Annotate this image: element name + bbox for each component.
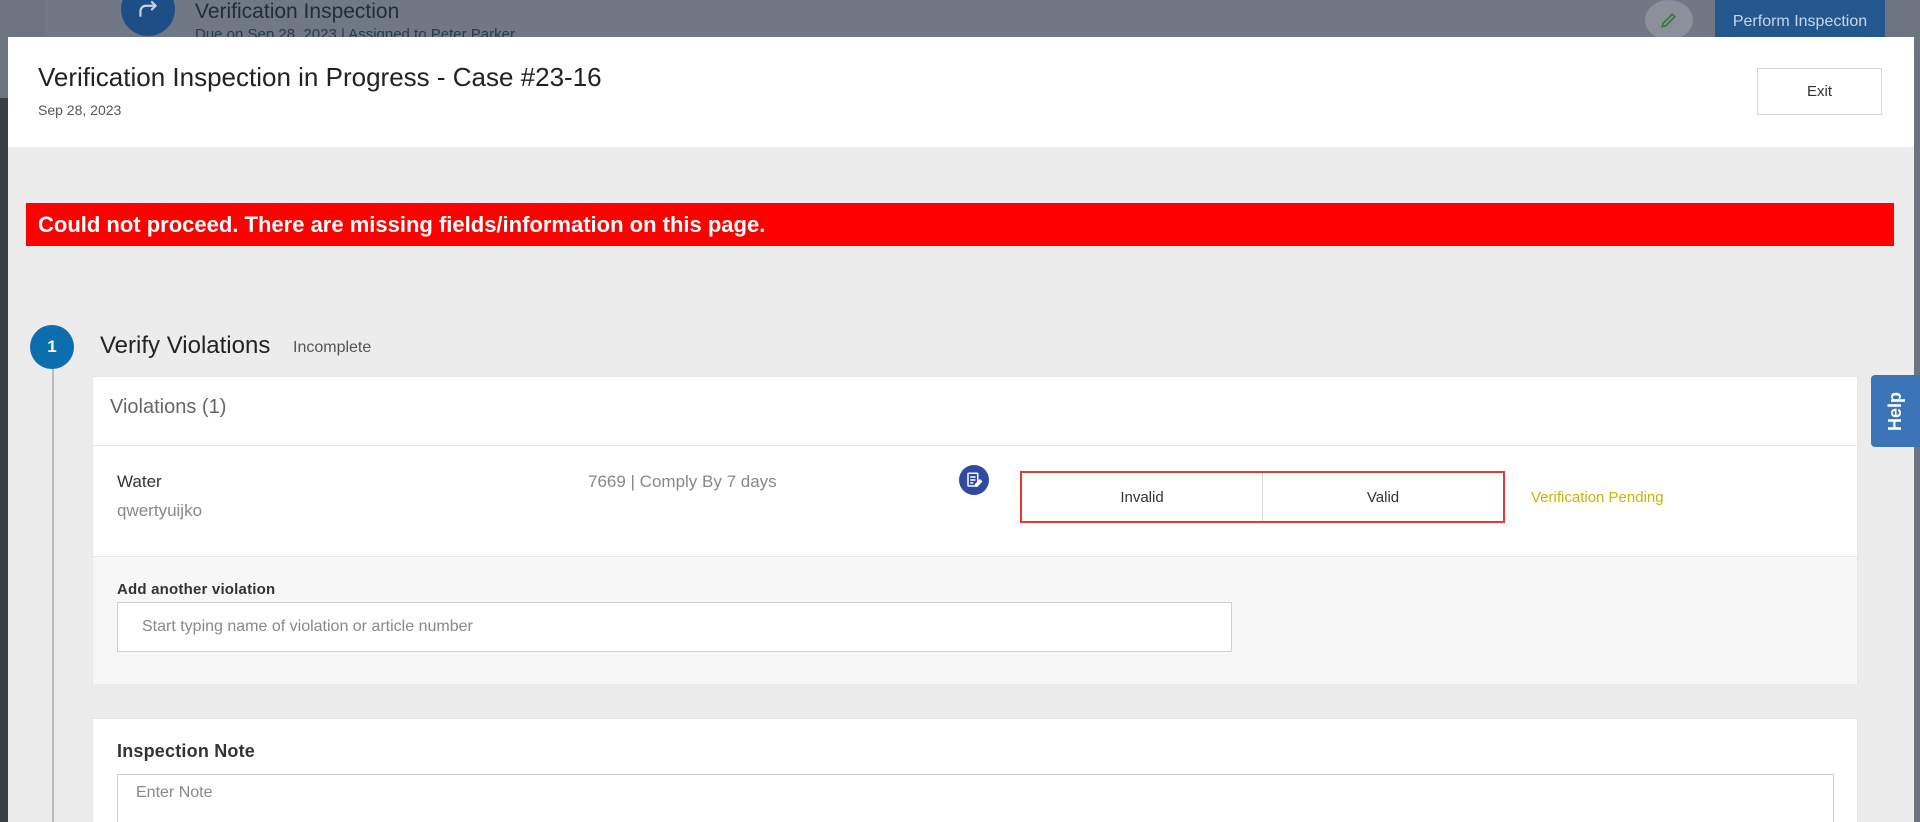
inspection-note-input[interactable]	[117, 774, 1834, 822]
step-title: Verify Violations	[100, 332, 271, 359]
redo-arrow-icon	[121, 0, 175, 36]
left-edge-strip	[0, 98, 8, 822]
add-violation-label: Add another violation	[117, 581, 276, 598]
inspection-modal: Verification Inspection in Progress - Ca…	[8, 37, 1914, 822]
inspection-note-card: Inspection Note	[92, 718, 1858, 822]
violations-title: Violations (1)	[110, 396, 227, 418]
verification-status: Verification Pending	[1531, 489, 1664, 506]
violations-card: Violations (1) Water qwertyuijko 7669 | …	[92, 376, 1859, 684]
exit-button[interactable]: Exit	[1757, 68, 1882, 115]
inspection-note-label: Inspection Note	[117, 741, 256, 761]
step-number-badge: 1	[30, 325, 74, 369]
help-label: Help	[1884, 391, 1905, 431]
violation-description: qwertyuijko	[117, 501, 203, 520]
error-banner: Could not proceed. There are missing fie…	[26, 203, 1894, 246]
validity-toggle: Invalid Valid	[1020, 471, 1505, 523]
violation-code-info: 7669 | Comply By 7 days	[588, 472, 777, 491]
note-icon[interactable]	[959, 465, 989, 495]
valid-button[interactable]: Valid	[1262, 473, 1503, 521]
background-title: Verification Inspection	[195, 0, 400, 23]
add-violation-section: Add another violation	[93, 556, 1857, 684]
invalid-button[interactable]: Invalid	[1022, 473, 1262, 521]
step-status: Incomplete	[293, 339, 372, 356]
step-timeline-line	[52, 367, 54, 822]
modal-date: Sep 28, 2023	[38, 102, 122, 118]
background-header: Verification Inspection Due on Sep 28, 2…	[45, 0, 1885, 44]
help-tab[interactable]: Help	[1871, 375, 1920, 447]
modal-title: Verification Inspection in Progress - Ca…	[38, 62, 602, 92]
modal-header: Verification Inspection in Progress - Ca…	[8, 37, 1914, 147]
card-divider	[93, 445, 1859, 446]
pencil-icon[interactable]	[1645, 0, 1693, 40]
add-violation-input[interactable]	[117, 602, 1232, 652]
violation-name: Water	[117, 472, 162, 491]
